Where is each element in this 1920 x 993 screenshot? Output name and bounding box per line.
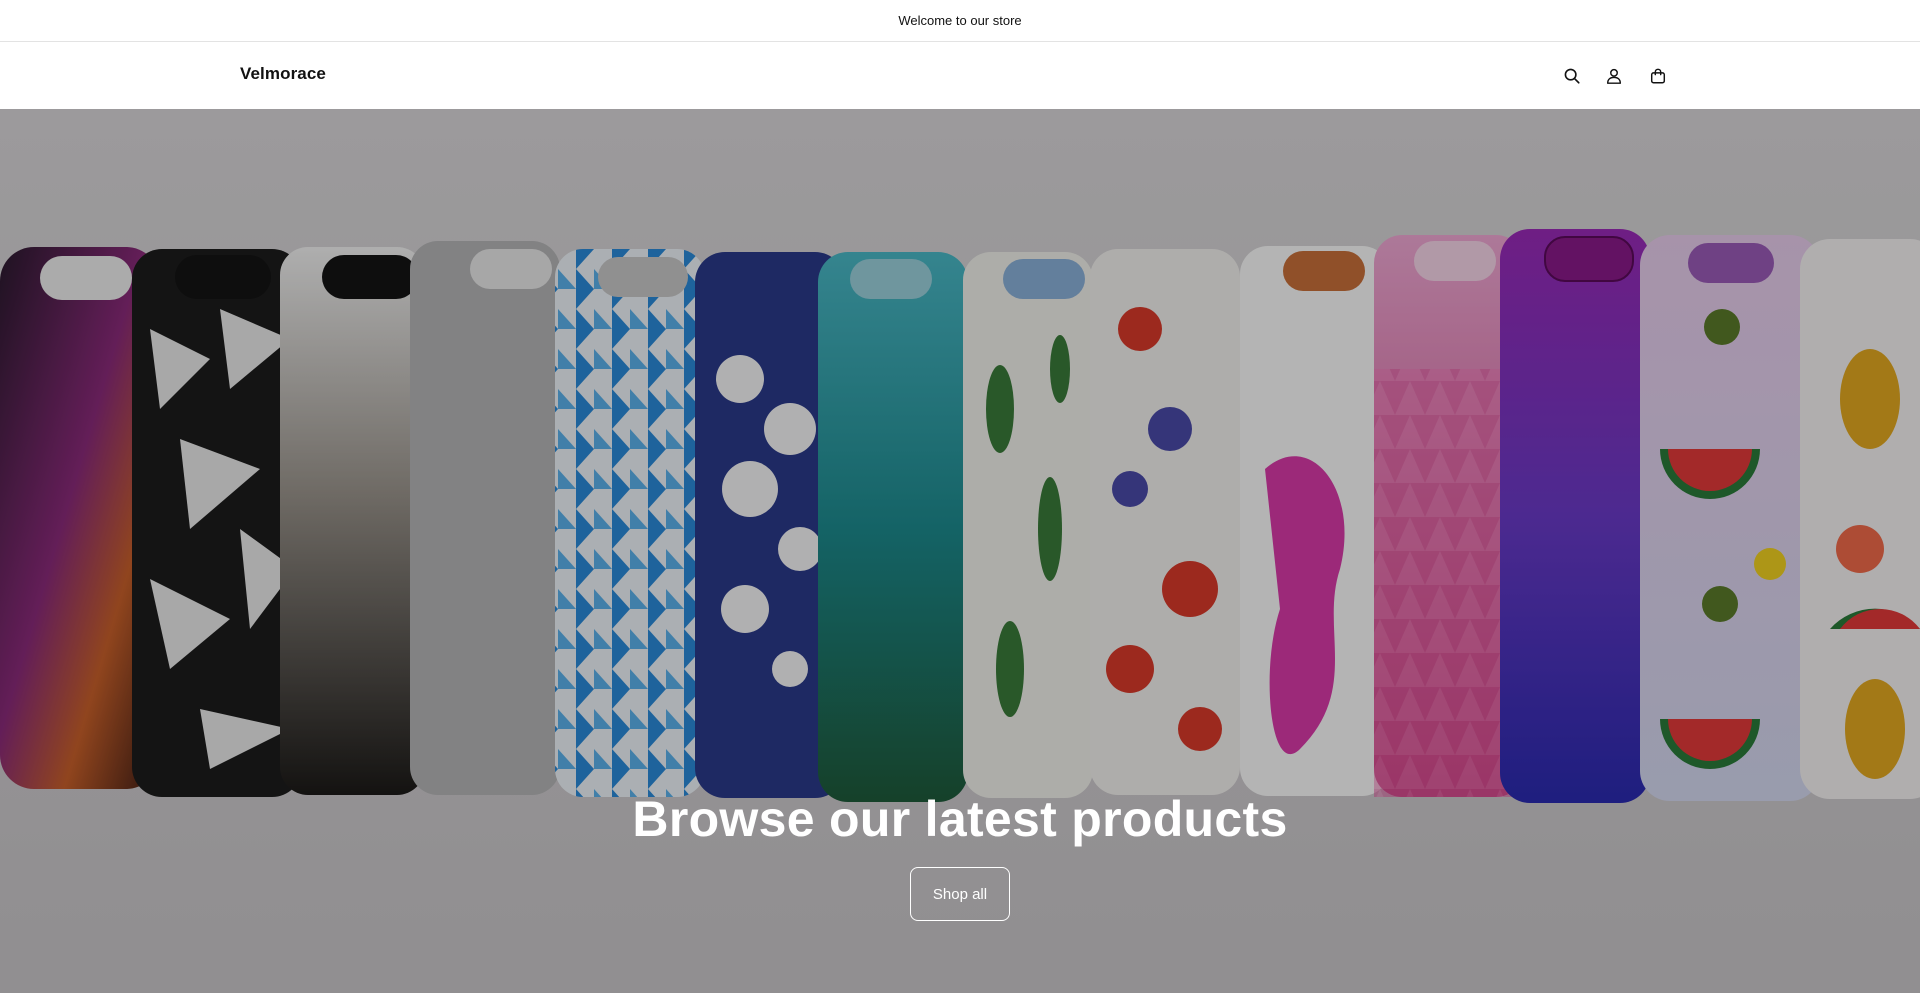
hero-banner: Browse our latest products Shop all (0, 109, 1920, 993)
hero-heading: Browse our latest products (632, 791, 1288, 847)
cart-icon[interactable] (1645, 63, 1671, 89)
account-icon[interactable] (1601, 63, 1627, 89)
search-icon[interactable] (1559, 63, 1585, 89)
store-logo[interactable]: Velmorace (240, 64, 326, 84)
hero-overlay (0, 109, 1920, 993)
shop-all-button[interactable]: Shop all (910, 867, 1010, 921)
announcement-text: Welcome to our store (898, 13, 1022, 28)
site-header: Velmorace (0, 43, 1920, 109)
announcement-bar: Welcome to our store (0, 0, 1920, 42)
